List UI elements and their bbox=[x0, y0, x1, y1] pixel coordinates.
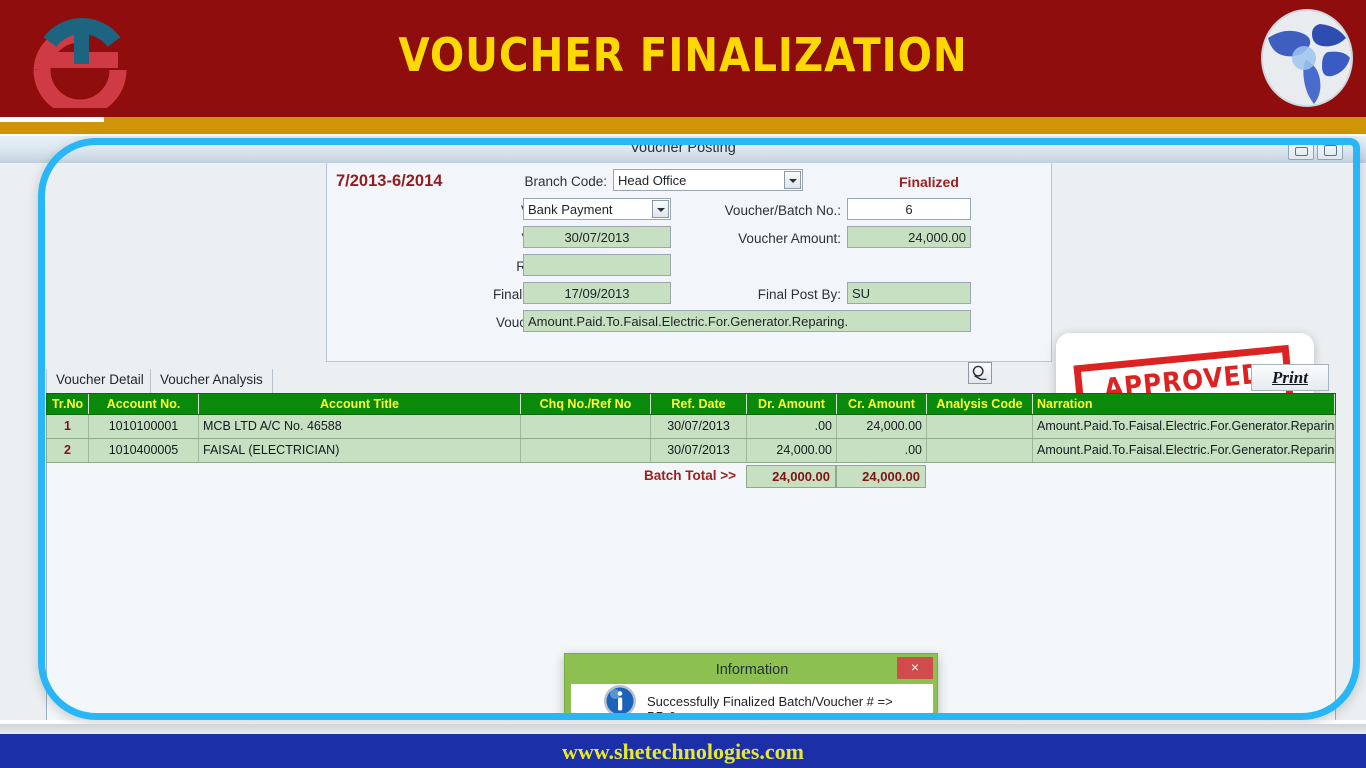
footer-divider bbox=[0, 724, 1366, 734]
page-title: VOUCHER FINALIZATION bbox=[398, 28, 968, 82]
globe-icon bbox=[1258, 6, 1356, 110]
banner-gold-divider bbox=[0, 117, 1366, 134]
page-footer: www.shetechnologies.com bbox=[0, 734, 1366, 768]
page-banner: VOUCHER FINALIZATION bbox=[0, 0, 1366, 117]
banner-gold-notch bbox=[0, 117, 104, 122]
decorative-cyan-frame bbox=[38, 138, 1360, 720]
footer-url: www.shetechnologies.com bbox=[562, 739, 804, 764]
